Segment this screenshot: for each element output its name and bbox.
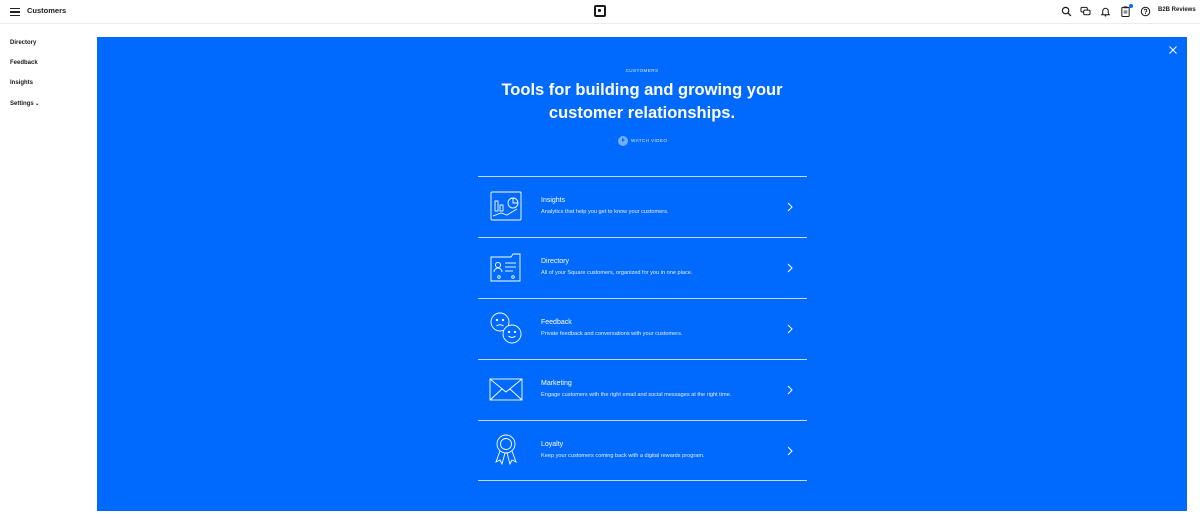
square-logo-icon[interactable] xyxy=(594,5,606,17)
top-bar: Customers B2B Reviews xyxy=(0,0,1200,24)
sidebar-item-directory[interactable]: Directory xyxy=(10,40,36,46)
bell-icon[interactable] xyxy=(1100,6,1111,17)
chevron-right-icon xyxy=(787,324,793,334)
sidebar-item-feedback[interactable]: Feedback xyxy=(10,60,38,66)
row-title: Insights xyxy=(541,197,566,204)
watch-video-label: WATCH VIDEO xyxy=(631,138,668,143)
row-description: Private feedback and conversations with … xyxy=(541,331,683,337)
customers-intro-modal: CUSTOMERS Tools for building and growing… xyxy=(97,37,1187,511)
account-name[interactable]: B2B Reviews xyxy=(1158,7,1196,13)
faces-icon xyxy=(489,311,523,345)
row-description: Engage customers with the right email an… xyxy=(541,392,732,398)
row-title: Marketing xyxy=(541,380,572,387)
sidebar-item-insights[interactable]: Insights xyxy=(10,80,33,86)
watch-video-button[interactable]: WATCH VIDEO xyxy=(618,135,667,146)
sidebar: Directory Feedback Insights Settings⌄ xyxy=(0,24,96,519)
headline-line-2: customer relationships. xyxy=(548,104,736,122)
envelope-icon xyxy=(489,372,523,406)
row-description: Keep your customers coming back with a d… xyxy=(541,453,705,459)
chat-icon[interactable] xyxy=(1080,6,1091,17)
help-icon[interactable] xyxy=(1140,6,1151,17)
tools-list: Insights Analytics that help you get to … xyxy=(478,176,807,481)
chart-icon xyxy=(489,189,523,223)
sidebar-item-settings[interactable]: Settings⌄ xyxy=(10,100,40,107)
row-description: Analytics that help you get to know your… xyxy=(541,209,669,215)
list-item-directory[interactable]: Directory All of your Square customers, … xyxy=(478,237,807,298)
row-description: All of your Square customers, organized … xyxy=(541,270,693,276)
notification-dot xyxy=(1129,4,1133,8)
clipboard-icon[interactable] xyxy=(1120,4,1133,17)
award-ribbon-icon xyxy=(489,433,523,467)
headline: Tools for building and growing your cust… xyxy=(97,79,1187,125)
list-item-insights[interactable]: Insights Analytics that help you get to … xyxy=(478,176,807,237)
close-icon[interactable] xyxy=(1168,45,1178,55)
app-title: Customers xyxy=(27,6,67,15)
chevron-down-icon: ⌄ xyxy=(34,101,40,107)
search-icon[interactable] xyxy=(1061,6,1072,17)
eyebrow-label: CUSTOMERS xyxy=(625,68,659,73)
chevron-right-icon xyxy=(787,446,793,456)
play-icon xyxy=(618,135,628,146)
row-title: Feedback xyxy=(541,319,572,326)
chevron-right-icon xyxy=(787,202,793,212)
headline-line-1: Tools for building and growing your xyxy=(501,81,783,99)
chevron-right-icon xyxy=(787,385,793,395)
hamburger-icon[interactable] xyxy=(10,8,20,17)
row-title: Directory xyxy=(541,258,570,265)
sidebar-item-label: Settings xyxy=(10,101,34,107)
list-item-loyalty[interactable]: Loyalty Keep your customers coming back … xyxy=(478,420,807,481)
list-item-feedback[interactable]: Feedback Private feedback and conversati… xyxy=(478,298,807,359)
chevron-right-icon xyxy=(787,263,793,273)
contact-card-icon xyxy=(489,250,523,284)
list-item-marketing[interactable]: Marketing Engage customers with the righ… xyxy=(478,359,807,420)
row-title: Loyalty xyxy=(541,441,564,448)
